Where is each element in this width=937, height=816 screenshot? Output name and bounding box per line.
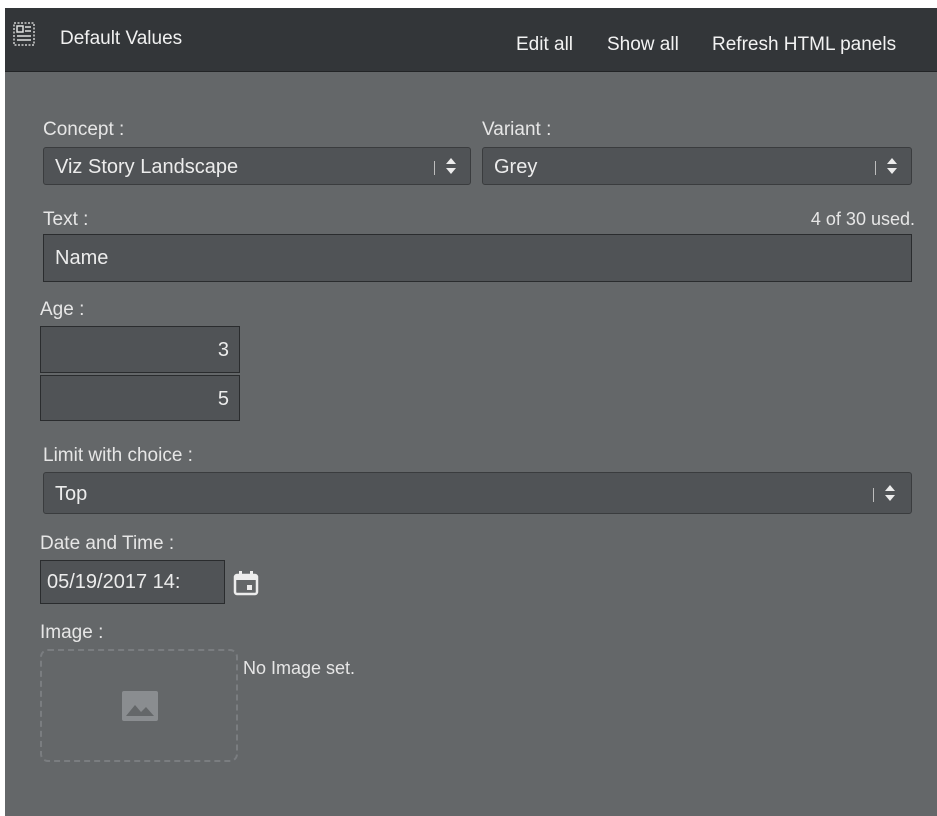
image-placeholder-icon <box>122 691 158 721</box>
calendar-icon[interactable] <box>233 570 259 596</box>
panel-title: Default Values <box>60 28 183 49</box>
datetime-label: Date and Time : <box>40 533 175 554</box>
edit-all-link[interactable]: Edit all <box>516 34 573 56</box>
text-input[interactable]: Name <box>43 234 912 282</box>
image-status: No Image set. <box>243 658 356 678</box>
default-values-panel: Default Values Edit all Show all Refresh… <box>5 8 937 816</box>
age-max-input[interactable]: 5 <box>40 375 240 421</box>
up-down-arrows-icon <box>887 158 897 174</box>
datetime-input[interactable]: 05/19/2017 14: <box>40 560 225 604</box>
concept-select[interactable]: Viz Story Landscape <box>43 147 471 185</box>
datetime-value: 05/19/2017 14: <box>47 571 181 593</box>
up-down-arrows-icon <box>885 485 895 501</box>
panel-header: Default Values Edit all Show all Refresh… <box>5 8 937 72</box>
image-drop-zone[interactable] <box>40 649 238 762</box>
concept-label: Concept : <box>43 119 125 140</box>
template-icon <box>13 22 35 46</box>
variant-value: Grey <box>494 156 538 178</box>
select-divider <box>873 488 874 502</box>
age-label: Age : <box>40 299 85 320</box>
age-max-value: 5 <box>217 388 229 410</box>
up-down-arrows-icon <box>446 158 456 174</box>
age-min-value: 3 <box>217 339 229 361</box>
refresh-html-panels-link[interactable]: Refresh HTML panels <box>712 34 896 56</box>
select-divider <box>434 161 435 175</box>
text-value: Name <box>55 247 109 269</box>
text-counter: 4 of 30 used. <box>810 209 915 229</box>
text-label: Text : <box>43 209 89 230</box>
limit-label: Limit with choice : <box>43 445 193 466</box>
variant-select[interactable]: Grey <box>482 147 912 185</box>
variant-label: Variant : <box>482 119 552 140</box>
age-min-input[interactable]: 3 <box>40 326 240 373</box>
show-all-link[interactable]: Show all <box>607 34 679 56</box>
image-label: Image : <box>40 622 104 643</box>
limit-value: Top <box>55 483 88 505</box>
concept-value: Viz Story Landscape <box>55 156 239 178</box>
limit-select[interactable]: Top <box>43 472 912 514</box>
select-divider <box>875 161 876 175</box>
